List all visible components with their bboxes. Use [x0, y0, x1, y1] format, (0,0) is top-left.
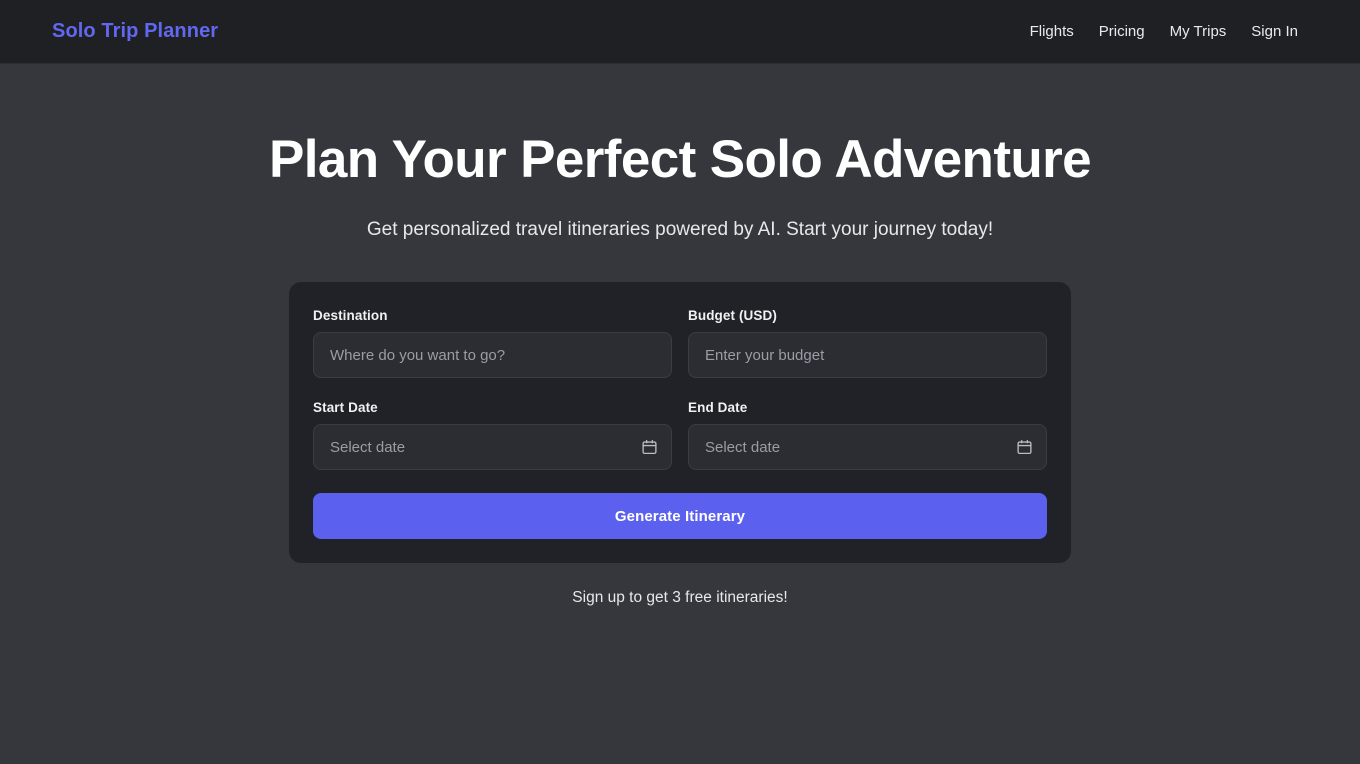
top-navigation-bar: Solo Trip Planner Flights Pricing My Tri…	[0, 0, 1360, 64]
page-title: Plan Your Perfect Solo Adventure	[268, 130, 1092, 189]
page-subtitle: Get personalized travel itineraries powe…	[366, 219, 994, 241]
budget-label: Budget (USD)	[688, 308, 777, 324]
nav-link-my-trips[interactable]: My Trips	[1170, 23, 1227, 40]
start-date-field: Start Date	[313, 400, 672, 471]
nav-links: Flights Pricing My Trips Sign In	[1030, 23, 1308, 40]
generate-itinerary-button[interactable]: Generate Itinerary	[313, 493, 1047, 540]
destination-field: Destination	[313, 308, 672, 379]
brand-logo[interactable]: Solo Trip Planner	[52, 20, 218, 43]
signup-footnote: Sign up to get 3 free itineraries!	[572, 589, 788, 607]
end-date-input[interactable]	[688, 424, 1047, 471]
budget-input-wrap	[688, 332, 1047, 379]
destination-input[interactable]	[313, 332, 672, 379]
destination-label: Destination	[313, 308, 388, 324]
budget-input[interactable]	[688, 332, 1047, 379]
start-date-label: Start Date	[313, 400, 378, 416]
budget-field: Budget (USD)	[688, 308, 1047, 379]
end-date-label: End Date	[688, 400, 748, 416]
destination-input-wrap	[313, 332, 672, 379]
nav-link-sign-in[interactable]: Sign In	[1251, 23, 1298, 40]
end-date-input-wrap	[688, 424, 1047, 471]
page-content: Plan Your Perfect Solo Adventure Get per…	[0, 64, 1360, 607]
end-date-field: End Date	[688, 400, 1047, 471]
form-row-spacer	[313, 378, 1047, 400]
trip-planner-form-card: Destination Budget (USD) Start Date	[289, 282, 1071, 564]
nav-link-flights[interactable]: Flights	[1030, 23, 1074, 40]
start-date-input[interactable]	[313, 424, 672, 471]
form-grid-row-1: Destination Budget (USD)	[313, 308, 1047, 379]
form-grid-row-2: Start Date End Date	[313, 400, 1047, 471]
start-date-input-wrap	[313, 424, 672, 471]
nav-link-pricing[interactable]: Pricing	[1099, 23, 1145, 40]
